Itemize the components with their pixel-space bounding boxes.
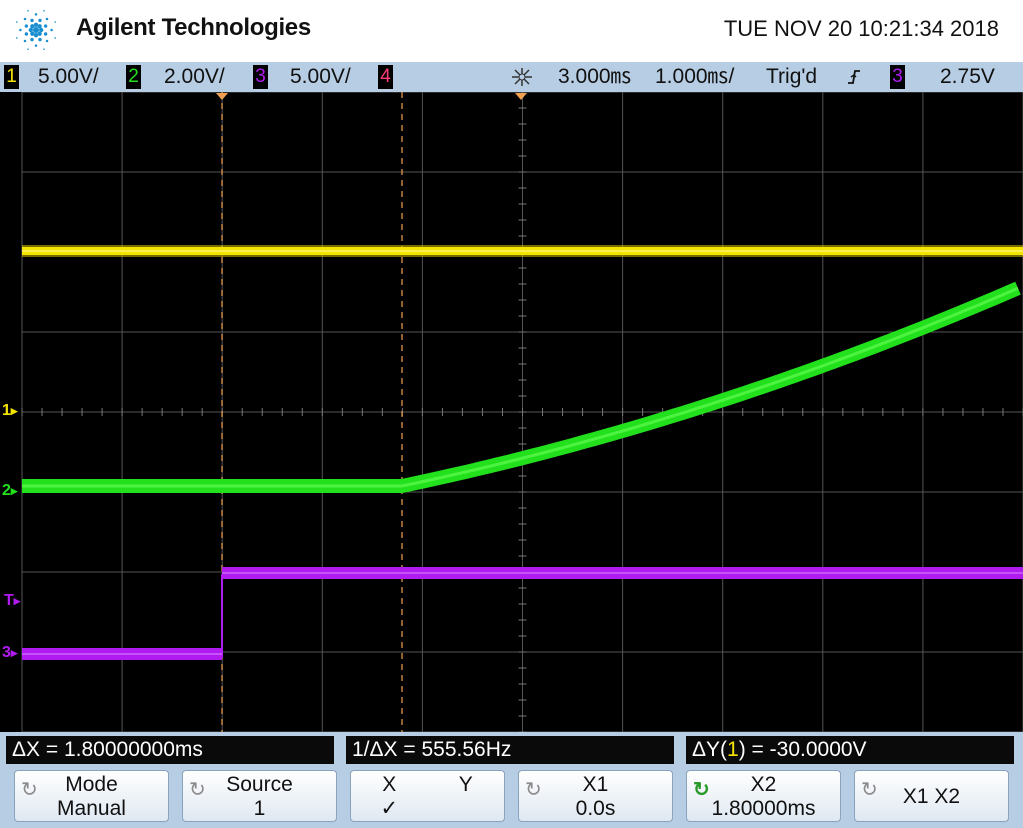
channel-1-badge[interactable]: 1 <box>4 65 19 89</box>
channel-1-ground-marker[interactable]: 1▸ <box>2 402 17 420</box>
x1-x2-softkey[interactable]: ↻ X1 X2 <box>854 770 1009 822</box>
channel-2-scale[interactable]: 2.00V/ <box>164 62 225 92</box>
acquire-burst-icon <box>512 68 532 86</box>
delta-x-readout: ΔX = 1.80000000ms <box>6 736 334 764</box>
channel-4-badge[interactable]: 4 <box>378 65 393 89</box>
inverse-delta-x-readout: 1/ΔX = 555.56Hz <box>346 736 674 764</box>
status-bar: 1 5.00V/ 2 2.00V/ 3 5.00V/ 4 3.000㎳ 1.00… <box>0 62 1023 92</box>
channel-2-badge[interactable]: 2 <box>126 65 141 89</box>
trigger-source-badge[interactable]: 3 <box>890 65 905 89</box>
header: Agilent Technologies TUE NOV 20 10:21:34… <box>0 0 1023 62</box>
channel-1-scale[interactable]: 5.00V/ <box>38 62 99 92</box>
timebase-scale[interactable]: 1.000㎳/ <box>655 62 734 92</box>
channel-2-trace <box>22 281 1021 493</box>
delta-y-readout: ΔY(1) = -30.0000V <box>686 736 1014 764</box>
xy-softkey[interactable]: X Y ✓ <box>350 770 505 822</box>
channel-3-badge[interactable]: 3 <box>253 65 268 89</box>
agilent-spark-logo-icon <box>15 9 57 51</box>
source-softkey[interactable]: ↻ Source 1 <box>182 770 337 822</box>
cursor-x1-top-marker[interactable] <box>216 93 228 100</box>
channel-2-ground-marker[interactable]: 2▸ <box>2 482 17 500</box>
date-time: TUE NOV 20 10:21:34 2018 <box>723 16 999 41</box>
x1-softkey[interactable]: ↻ X1 0.0s <box>518 770 673 822</box>
waveform-display[interactable]: 1▸ 2▸ T▸ 3▸ <box>0 92 1023 732</box>
trigger-level-marker[interactable]: T▸ <box>4 592 20 610</box>
graticule <box>21 92 1023 732</box>
channel-1-trace <box>22 245 1023 257</box>
channel-3-ground-marker[interactable]: 3▸ <box>2 644 17 662</box>
x2-softkey[interactable]: ↻ X2 1.80000ms <box>686 770 841 822</box>
softkey-bar: ↻ Mode Manual ↻ Source 1 X Y ✓ ↻ X1 0.0s… <box>0 768 1023 828</box>
rising-edge-icon <box>848 70 860 84</box>
check-icon: ✓ <box>380 797 399 820</box>
brand-name: Agilent Technologies <box>76 14 311 41</box>
horizontal-delay[interactable]: 3.000㎳ <box>558 62 632 92</box>
measurement-bar: ΔX = 1.80000000ms 1/ΔX = 555.56Hz ΔY(1) … <box>0 732 1023 768</box>
trigger-level[interactable]: 2.75V <box>940 62 995 92</box>
channel-3-scale[interactable]: 5.00V/ <box>290 62 351 92</box>
trigger-state: Trig'd <box>766 65 818 88</box>
trigger-position-marker[interactable] <box>515 93 527 100</box>
mode-softkey[interactable]: ↻ Mode Manual <box>14 770 169 822</box>
